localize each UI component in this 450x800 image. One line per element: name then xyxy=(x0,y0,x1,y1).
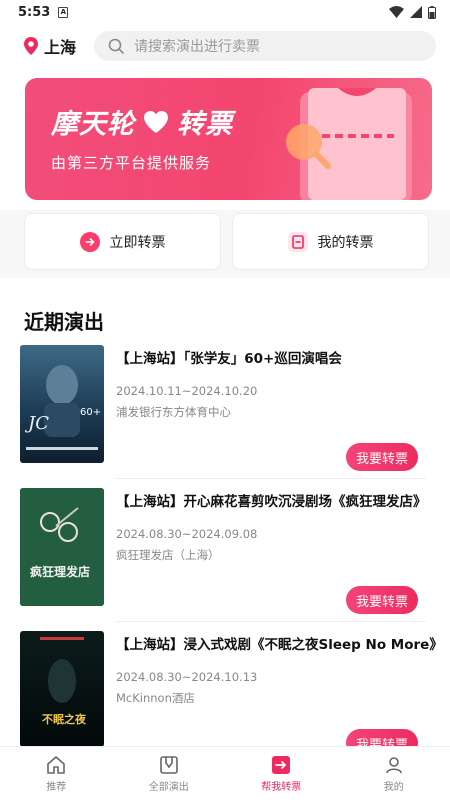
banner-subtitle: 由第三方平台提供服务 xyxy=(51,154,212,172)
show-date: 2024.10.11~2024.10.20 xyxy=(116,384,258,398)
show-item[interactable]: 不眠之夜 【上海站】浸入式戏剧《不眠之夜Sleep No More》 2024.… xyxy=(0,629,450,759)
city-label: 上海 xyxy=(44,38,77,57)
heart-icon xyxy=(144,110,168,133)
transfer-ticket-button[interactable]: 我要转票 xyxy=(346,443,418,471)
svg-text:JC: JC xyxy=(24,413,49,434)
show-poster: JC 60+ xyxy=(20,345,104,463)
show-poster: 疯狂理发店 xyxy=(20,488,104,606)
signal-icon xyxy=(410,6,422,18)
status-bar: 5:53 A xyxy=(0,0,450,24)
show-item[interactable]: JC 60+ 【上海站】「张学友」60+巡回演唱会 2024.10.11~202… xyxy=(0,343,450,473)
my-transfers-label: 我的转票 xyxy=(317,234,374,251)
divider xyxy=(116,478,426,479)
transfer-now-label: 立即转票 xyxy=(109,234,166,251)
my-transfers-button[interactable]: 我的转票 xyxy=(232,213,429,270)
show-date: 2024.08.30~2024.09.08 xyxy=(116,527,258,541)
arrow-right-icon xyxy=(79,231,100,252)
promo-banner[interactable]: 摩天轮 转票 由第三方平台提供服务 xyxy=(25,78,432,200)
transfer-ticket-button[interactable]: 我要转票 xyxy=(346,586,418,614)
shows-icon xyxy=(159,755,178,774)
tab-home-label: 推荐 xyxy=(46,781,67,793)
search-placeholder: 请搜索演出进行卖票 xyxy=(134,39,260,55)
tab-transfer-label: 帮我转票 xyxy=(261,781,302,793)
tab-profile-label: 我的 xyxy=(383,781,404,793)
banner-title-text: 转票 xyxy=(177,109,233,140)
bottom-tab-bar: 推荐 全部演出 帮我转票 我的 xyxy=(0,746,450,800)
banner-title: 摩天轮 转票 xyxy=(51,102,233,141)
section-title: 近期演出 xyxy=(24,310,104,334)
show-date: 2024.08.30~2024.10.13 xyxy=(116,670,258,684)
search-icon xyxy=(108,38,124,54)
search-input[interactable]: 请搜索演出进行卖票 xyxy=(94,31,436,61)
transfer-now-button[interactable]: 立即转票 xyxy=(24,213,221,270)
tab-all-shows-label: 全部演出 xyxy=(148,781,189,793)
show-name: 【上海站】「张学友」60+巡回演唱会 xyxy=(116,351,342,367)
location-pin-icon xyxy=(24,37,38,55)
show-item[interactable]: 疯狂理发店 【上海站】开心麻花喜剪吹沉浸剧场《疯狂理发店》 2024.08.30… xyxy=(0,486,450,616)
svg-text:不眠之夜: 不眠之夜 xyxy=(42,712,87,726)
banner-brand: 摩天轮 xyxy=(51,109,135,140)
show-name: 【上海站】开心麻花喜剪吹沉浸剧场《疯狂理发店》 xyxy=(116,494,427,510)
show-venue: 浦发银行东方体育中心 xyxy=(116,405,231,419)
ticket-icon xyxy=(287,231,308,252)
sim-icon: A xyxy=(58,6,69,18)
tab-profile[interactable]: 我的 xyxy=(338,747,450,800)
home-icon xyxy=(47,755,66,774)
svg-text:60+: 60+ xyxy=(80,407,101,418)
ticket-illustration-icon xyxy=(286,88,412,200)
status-time: 5:53 xyxy=(18,4,51,20)
tab-transfer[interactable]: 帮我转票 xyxy=(225,747,338,800)
status-icons xyxy=(389,5,436,19)
tab-all-shows[interactable]: 全部演出 xyxy=(113,747,226,800)
svg-text:疯狂理发店: 疯狂理发店 xyxy=(30,564,90,579)
top-bar: 上海 请搜索演出进行卖票 xyxy=(0,28,450,64)
battery-icon xyxy=(428,5,436,19)
city-selector[interactable]: 上海 xyxy=(24,34,94,58)
tab-home[interactable]: 推荐 xyxy=(0,747,113,800)
transfer-icon xyxy=(272,755,291,774)
show-name: 【上海站】浸入式戏剧《不眠之夜Sleep No More》 xyxy=(116,637,443,653)
show-venue: 疯狂理发店（上海） xyxy=(116,548,220,562)
divider xyxy=(116,621,426,622)
user-icon xyxy=(385,756,402,773)
show-poster: 不眠之夜 xyxy=(20,631,104,747)
wifi-icon xyxy=(389,6,404,18)
show-venue: McKinnon酒店 xyxy=(116,691,195,705)
